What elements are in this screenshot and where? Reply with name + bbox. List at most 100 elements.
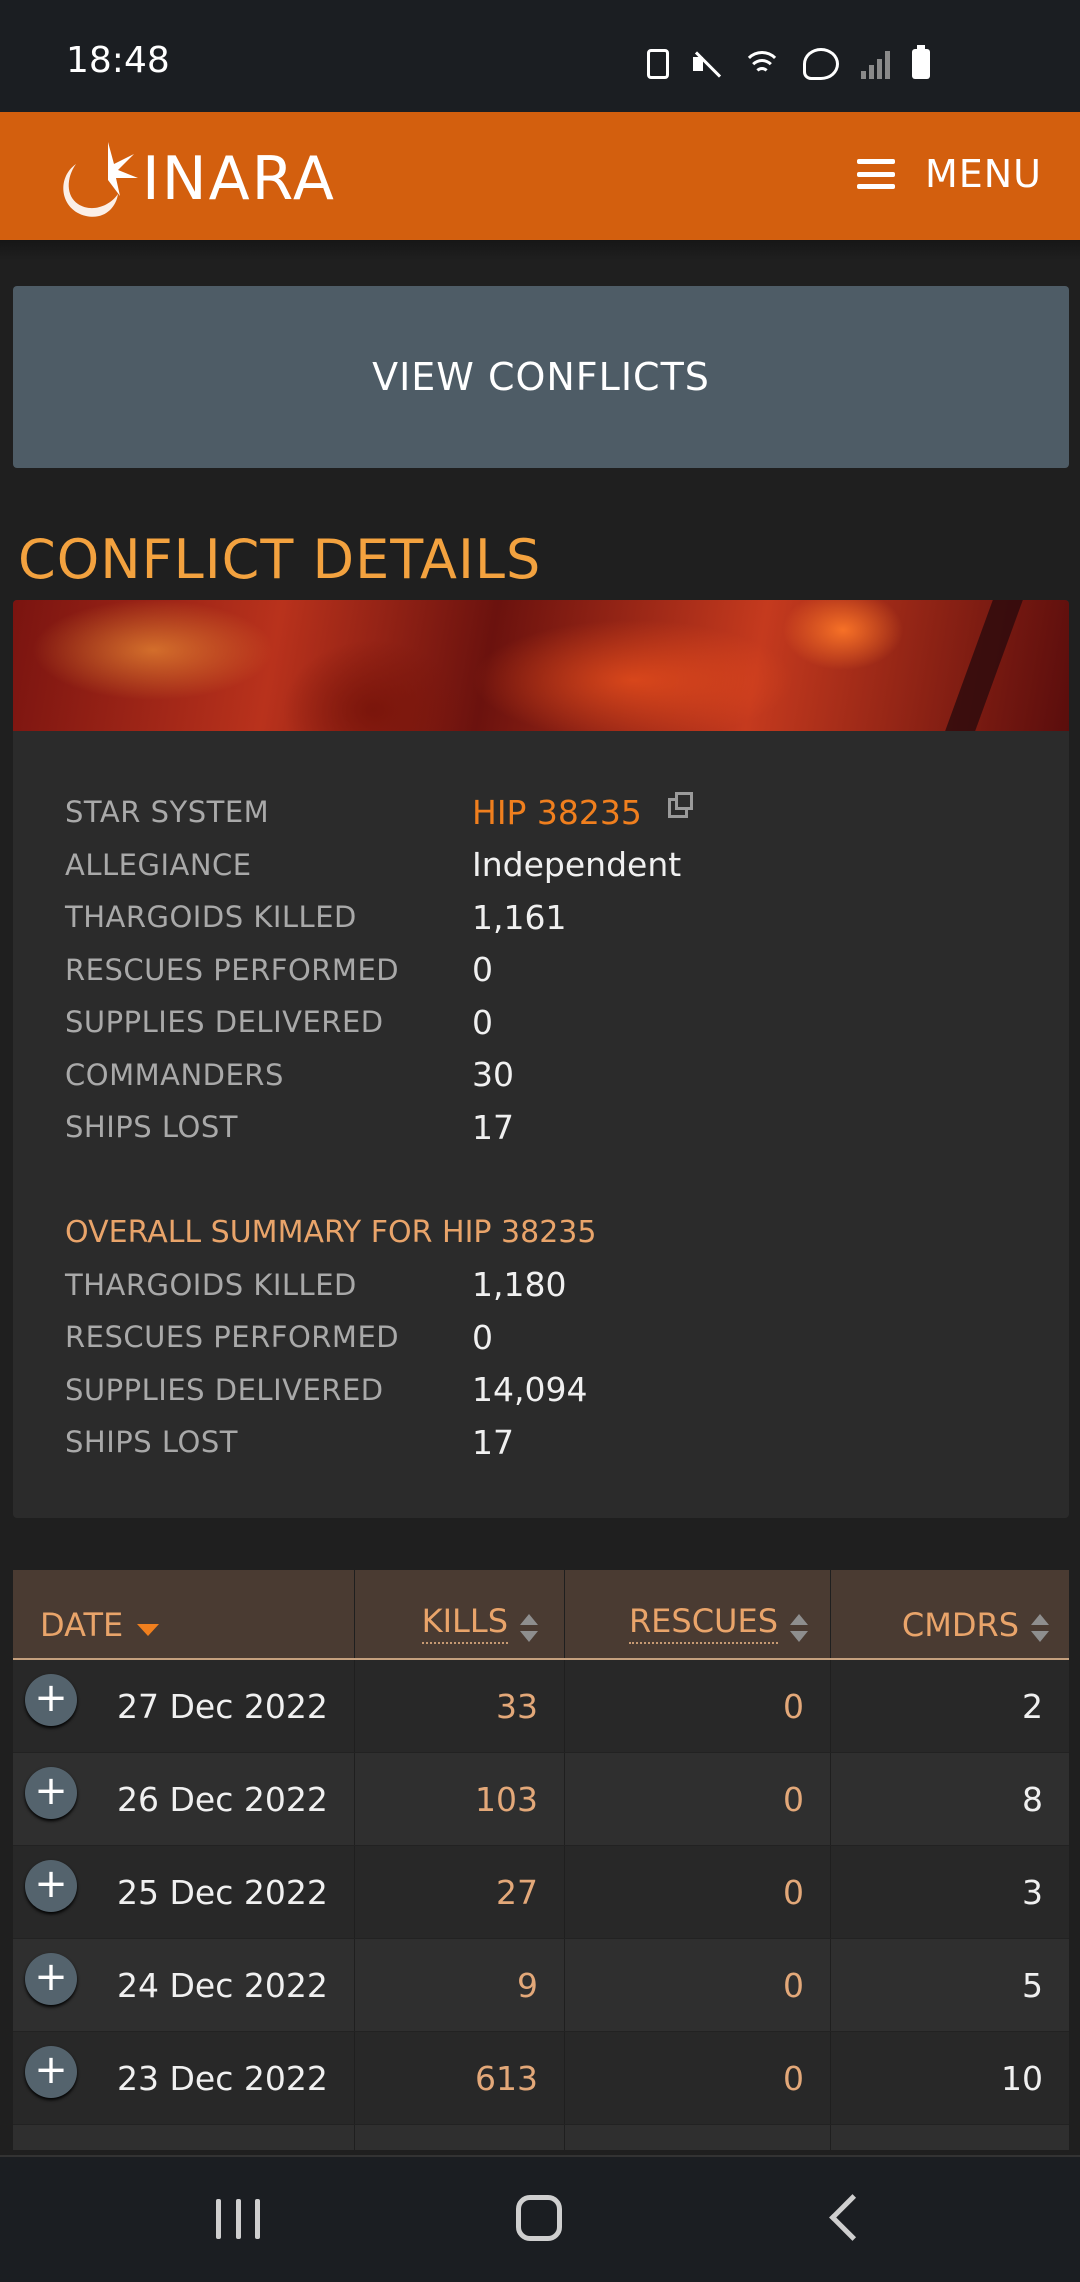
summary-value: 17 bbox=[472, 1422, 514, 1462]
expand-icon[interactable]: + bbox=[25, 1860, 77, 1912]
date-value: 25 Dec 2022 bbox=[117, 1872, 328, 1912]
date-value: 24 Dec 2022 bbox=[117, 1965, 328, 2005]
detail-label: STAR SYSTEM bbox=[65, 795, 270, 830]
home-icon[interactable] bbox=[516, 2195, 562, 2241]
detail-value: 30 bbox=[472, 1055, 514, 1095]
sort-icon bbox=[520, 1614, 538, 1644]
mute-icon bbox=[691, 49, 721, 79]
date-cell: + 27 Dec 2022 bbox=[13, 1660, 355, 1752]
detail-row-thargoids-killed: THARGOIDS KILLED 1,161 bbox=[65, 891, 688, 944]
detail-value: 1,161 bbox=[472, 897, 567, 937]
kills-cell: 103 bbox=[355, 1753, 565, 1845]
detail-row-allegiance: ALLEGIANCE Independent bbox=[65, 839, 688, 892]
table-row: + 27 Dec 2022 33 0 2 bbox=[13, 1660, 1069, 1753]
table-row: + 23 Dec 2022 613 0 10 bbox=[13, 2032, 1069, 2125]
back-icon[interactable] bbox=[829, 2194, 876, 2241]
sort-icon bbox=[790, 1614, 808, 1644]
page-title: CONFLICT DETAILS bbox=[18, 528, 542, 591]
wifi-icon bbox=[743, 49, 781, 79]
battery-saver-icon bbox=[647, 49, 669, 79]
detail-row-ships-lost: SHIPS LOST 17 bbox=[65, 1101, 688, 1154]
system-nav-bar bbox=[0, 2155, 1080, 2282]
date-cell: + 24 Dec 2022 bbox=[13, 1939, 355, 2031]
cmdrs-cell bbox=[831, 2125, 1069, 2150]
sort-icon bbox=[1031, 1614, 1049, 1644]
detail-label: COMMANDERS bbox=[65, 1057, 284, 1092]
kills-cell: 27 bbox=[355, 1846, 565, 1938]
cmdrs-cell: 5 bbox=[1022, 1965, 1043, 2005]
expand-icon[interactable]: + bbox=[25, 2046, 77, 2098]
date-cell: + 26 Dec 2022 bbox=[13, 1753, 355, 1845]
summary-value: 14,094 bbox=[472, 1370, 588, 1410]
inara-logo[interactable]: INARA bbox=[46, 134, 336, 224]
conflict-details-card: STAR SYSTEM HIP 38235 ALLEGIANCE Indepen… bbox=[13, 600, 1069, 1518]
details-list: STAR SYSTEM HIP 38235 ALLEGIANCE Indepen… bbox=[65, 786, 693, 1469]
detail-label: THARGOIDS KILLED bbox=[65, 900, 357, 935]
summary-title: OVERALL SUMMARY FOR HIP 38235 bbox=[65, 1215, 597, 1250]
recents-icon[interactable] bbox=[216, 2199, 260, 2239]
summary-label: SHIPS LOST bbox=[65, 1425, 238, 1460]
rescues-cell bbox=[565, 2125, 831, 2150]
expand-icon[interactable]: + bbox=[25, 1674, 77, 1726]
logo-icon bbox=[63, 142, 138, 217]
detail-label: ALLEGIANCE bbox=[65, 847, 252, 882]
detail-row-star-system: STAR SYSTEM HIP 38235 bbox=[65, 786, 693, 839]
date-value: 23 Dec 2022 bbox=[117, 2058, 328, 2098]
menu-label: MENU bbox=[924, 152, 1042, 196]
column-header-rescues[interactable]: RESCUES bbox=[565, 1570, 831, 1658]
rescues-cell: 0 bbox=[565, 1753, 831, 1845]
menu-button[interactable]: MENU bbox=[856, 152, 1042, 196]
detail-row-commanders: COMMANDERS 30 bbox=[65, 1049, 688, 1102]
cmdrs-cell: 2 bbox=[1022, 1686, 1043, 1726]
column-header-kills[interactable]: KILLS bbox=[355, 1570, 565, 1658]
summary-row-rescues: RESCUES PERFORMED 0 bbox=[65, 1311, 688, 1364]
status-time: 18:48 bbox=[66, 40, 170, 81]
summary-label: SUPPLIES DELIVERED bbox=[65, 1372, 384, 1407]
date-cell: + bbox=[13, 2125, 355, 2150]
daily-stats-table: DATE KILLS RESCUES CMDRS + 27 Dec 2022 3… bbox=[13, 1570, 1069, 2150]
summary-row-ships-lost: SHIPS LOST 17 bbox=[65, 1416, 688, 1469]
detail-value: 0 bbox=[472, 950, 493, 990]
detail-label: SHIPS LOST bbox=[65, 1110, 238, 1145]
expand-icon[interactable]: + bbox=[25, 1953, 77, 2005]
kills-cell: 33 bbox=[355, 1660, 565, 1752]
cmdrs-cell: 8 bbox=[1022, 1779, 1043, 1819]
table-row-partial: + bbox=[13, 2125, 1069, 2150]
status-icons bbox=[647, 45, 930, 80]
conflict-banner-image bbox=[13, 600, 1069, 731]
date-value: 27 Dec 2022 bbox=[117, 1686, 328, 1726]
cmdrs-cell: 10 bbox=[1001, 2058, 1043, 2098]
date-cell: + 25 Dec 2022 bbox=[13, 1846, 355, 1938]
rescues-cell: 0 bbox=[565, 1939, 831, 2031]
sort-desc-icon bbox=[137, 1624, 160, 1636]
detail-value: 17 bbox=[472, 1107, 514, 1147]
cmdrs-cell: 3 bbox=[1022, 1872, 1043, 1912]
table-header: DATE KILLS RESCUES CMDRS bbox=[13, 1570, 1069, 1660]
star-system-link[interactable]: HIP 38235 bbox=[472, 793, 642, 832]
column-header-cmdrs[interactable]: CMDRS bbox=[831, 1570, 1069, 1658]
summary-value: 0 bbox=[472, 1317, 493, 1357]
column-header-label: DATE bbox=[40, 1606, 124, 1644]
copy-icon[interactable] bbox=[667, 792, 693, 819]
rescues-cell: 0 bbox=[565, 1660, 831, 1752]
detail-value: Independent bbox=[472, 845, 682, 885]
signal-icon bbox=[861, 49, 890, 79]
date-cell: + 23 Dec 2022 bbox=[13, 2032, 355, 2124]
column-header-label: CMDRS bbox=[901, 1606, 1019, 1644]
view-conflicts-button[interactable]: VIEW CONFLICTS bbox=[13, 286, 1069, 468]
wifi-calling-icon bbox=[803, 48, 839, 80]
rescues-cell: 0 bbox=[565, 1846, 831, 1938]
table-row: + 24 Dec 2022 9 0 5 bbox=[13, 1939, 1069, 2032]
rescues-cell: 0 bbox=[565, 2032, 831, 2124]
battery-icon bbox=[912, 45, 930, 79]
expand-icon[interactable]: + bbox=[25, 1767, 77, 1819]
app-header: INARA MENU bbox=[0, 112, 1080, 240]
kills-cell: 9 bbox=[355, 1939, 565, 2031]
detail-label: SUPPLIES DELIVERED bbox=[65, 1005, 384, 1040]
table-row: + 25 Dec 2022 27 0 3 bbox=[13, 1846, 1069, 1939]
summary-value: 1,180 bbox=[472, 1265, 567, 1305]
kills-cell bbox=[355, 2125, 565, 2150]
column-header-label: RESCUES bbox=[628, 1602, 778, 1644]
column-header-label: KILLS bbox=[421, 1602, 508, 1644]
column-header-date[interactable]: DATE bbox=[13, 1570, 355, 1658]
